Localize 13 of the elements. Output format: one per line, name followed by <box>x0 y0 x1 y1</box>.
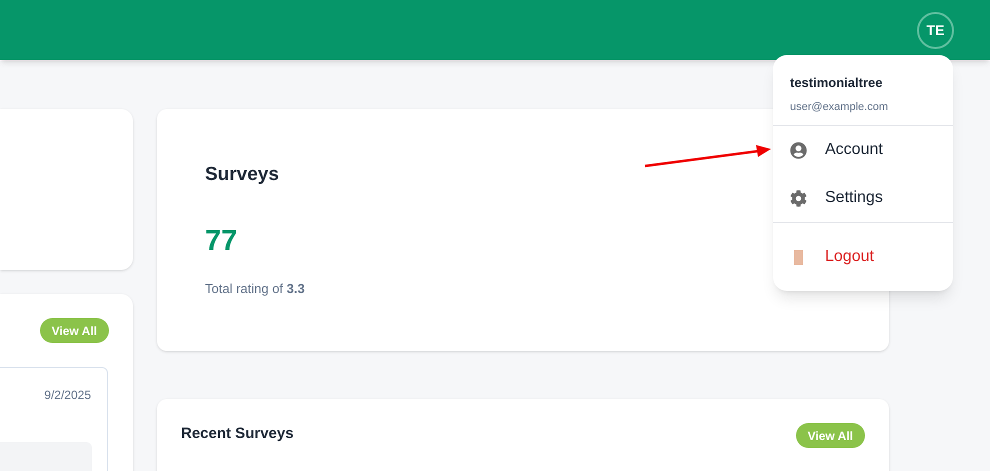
gear-icon <box>790 190 807 206</box>
user-email: user@example.com <box>790 100 889 114</box>
survey-count: 77 <box>205 224 238 258</box>
date-text: 9/2/2025 <box>44 387 91 404</box>
menu-item[interactable]: Logout <box>773 233 953 281</box>
rating-text: Total rating of 3.3 <box>205 280 305 298</box>
menu-item[interactable]: Account <box>773 126 953 174</box>
user-name: testimonialtree <box>790 74 884 92</box>
avatar-button[interactable]: TE <box>917 12 954 48</box>
user-icon <box>790 142 807 158</box>
card-title: Surveys <box>205 163 279 187</box>
card-title: Recent Surveys <box>181 424 294 444</box>
menu-item[interactable]: Settings <box>773 174 953 222</box>
